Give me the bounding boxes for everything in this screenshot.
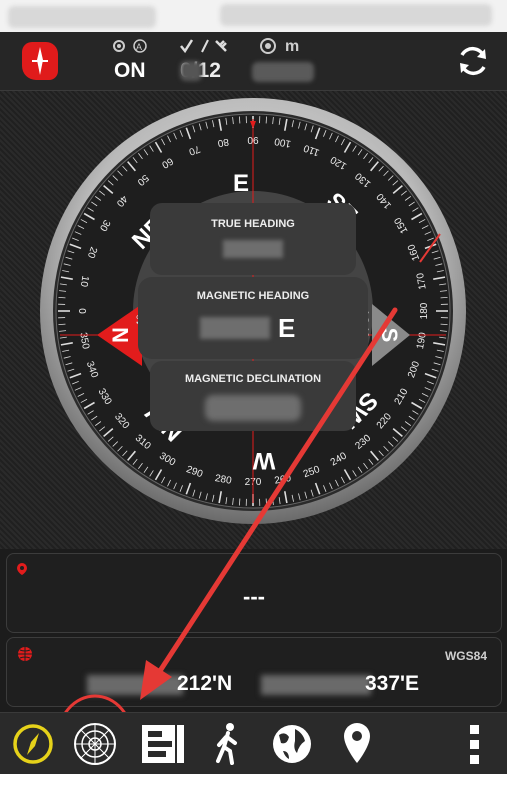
magnetic-heading-box: MAGNETIC HEADING E [138, 277, 368, 359]
svg-text:A: A [136, 42, 142, 52]
globe-icon [18, 647, 32, 661]
list-tab-icon[interactable] [138, 719, 188, 769]
magnetic-heading-dir: E [278, 313, 296, 343]
latitude-value: 212'N [177, 672, 233, 695]
walking-tab-icon[interactable] [203, 719, 253, 769]
compass-degree-label: 0 [76, 308, 87, 314]
gps-status-value: ON [114, 59, 146, 82]
location-tab-icon[interactable] [332, 719, 382, 769]
status-info-blurred [220, 4, 492, 26]
more-options-icon[interactable] [450, 719, 500, 769]
system-navigation-bar [0, 774, 507, 804]
magnetic-declination-box: MAGNETIC DECLINATION [150, 361, 356, 431]
compass-degree-label: 180 [419, 302, 430, 319]
satellites-blur [180, 61, 202, 81]
true-heading-box: TRUE HEADING [150, 203, 356, 275]
compass-needle-icon [32, 47, 48, 75]
cardinal-n: N [108, 327, 133, 343]
app-header: A ON 0/12 m [0, 32, 507, 91]
refresh-icon[interactable] [455, 43, 491, 79]
magnetic-heading-value [200, 317, 270, 339]
true-heading-value [223, 240, 283, 258]
magnetic-declination-label: MAGNETIC DECLINATION [184, 373, 322, 385]
coordinates-panel[interactable]: WGS84 212'N 337'E [6, 637, 502, 707]
cardinal-s: S [377, 328, 402, 343]
bottom-toolbar [0, 712, 507, 775]
satellite-icons [180, 39, 227, 54]
address-panel[interactable]: --- [6, 553, 502, 633]
magnetic-declination-value [205, 395, 301, 421]
location-pin-icon [17, 563, 27, 575]
address-value: --- [243, 584, 265, 609]
altitude-blur [252, 62, 314, 82]
cardinal-e-top: E [233, 170, 249, 197]
globe-tab-icon[interactable] [267, 719, 317, 769]
true-heading-label: TRUE HEADING [211, 218, 295, 230]
latitude-blur [87, 675, 183, 695]
radar-tab-icon[interactable] [70, 719, 120, 769]
compass-tab-icon[interactable] [8, 719, 58, 769]
compass-area: 0 10 20 30 40 50 60 70 80 90 100 110 120 130 140 150 160… [0, 91, 507, 549]
altitude-icon [260, 38, 276, 54]
status-icons-blurred [8, 6, 156, 28]
longitude-blur [261, 675, 371, 695]
longitude-value: 337'E [365, 672, 420, 695]
app-logo [22, 42, 58, 80]
datum-label: WGS84 [444, 649, 487, 663]
magnetic-heading-label: MAGNETIC HEADING [196, 290, 310, 302]
altitude-unit: m [285, 38, 300, 55]
system-status-bar [0, 0, 507, 32]
gps-status-icons: A [113, 39, 147, 53]
cardinal-w-bottom: W [252, 447, 275, 474]
